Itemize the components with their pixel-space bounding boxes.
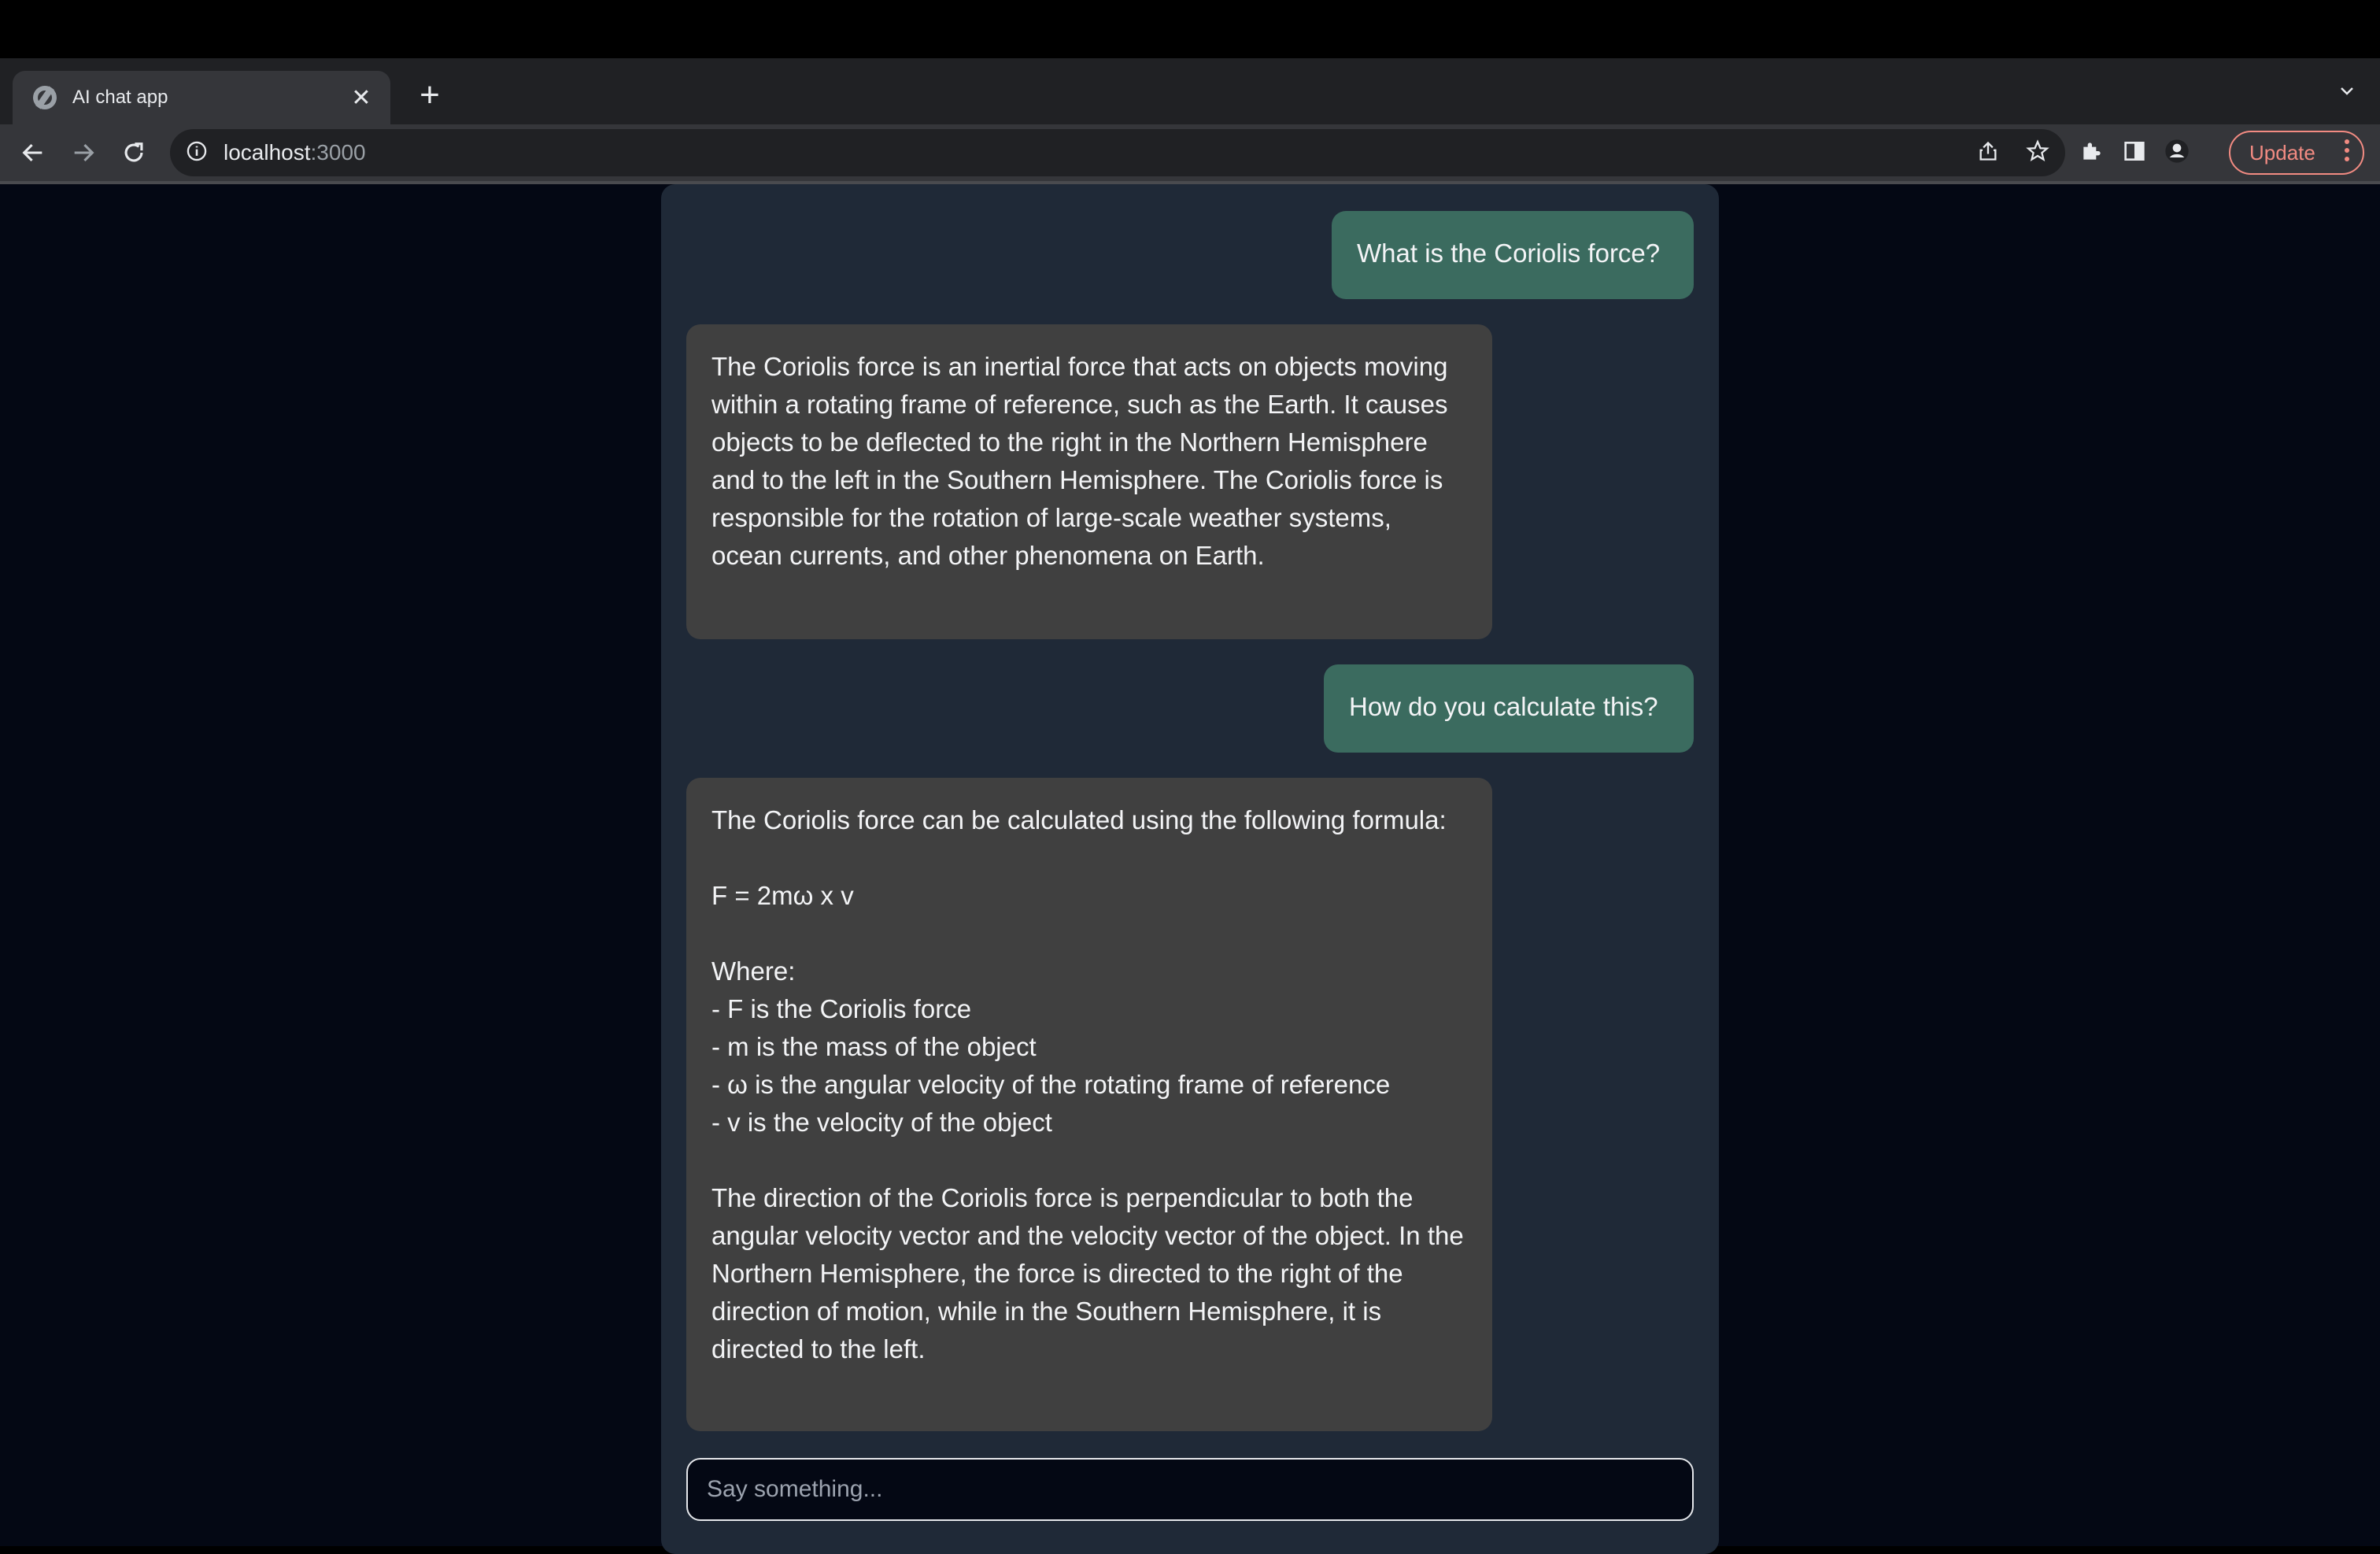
- chevron-down-icon[interactable]: [2338, 82, 2356, 105]
- extensions-puzzle-icon[interactable]: [2079, 139, 2105, 168]
- back-arrow-icon[interactable]: [14, 134, 52, 172]
- kebab-menu-icon[interactable]: [2344, 139, 2350, 168]
- page-viewport: What is the Coriolis force? The Coriolis…: [0, 184, 2380, 1554]
- assistant-message: The Coriolis force is an inertial force …: [686, 324, 1492, 639]
- close-icon[interactable]: ✕: [348, 84, 375, 112]
- message-input[interactable]: [688, 1460, 1692, 1519]
- new-tab-button[interactable]: +: [409, 76, 450, 115]
- address-bar[interactable]: localhost:3000: [170, 129, 2065, 176]
- browser-toolbar: localhost:3000 Update: [0, 124, 2380, 181]
- reload-icon[interactable]: [115, 134, 153, 172]
- update-label: Update: [2249, 140, 2315, 165]
- update-button[interactable]: Update: [2229, 131, 2364, 175]
- user-message: How do you calculate this?: [1324, 664, 1694, 753]
- url-port: :3000: [310, 140, 366, 165]
- side-panel-icon[interactable]: [2122, 139, 2147, 168]
- browser-tab-strip: AI chat app ✕ +: [0, 58, 2380, 124]
- message-input-wrapper: [686, 1458, 1694, 1521]
- assistant-message: The Coriolis force can be calculated usi…: [686, 778, 1492, 1431]
- info-icon[interactable]: [186, 140, 208, 166]
- user-message: What is the Coriolis force?: [1332, 211, 1694, 299]
- forward-arrow-icon[interactable]: [65, 134, 102, 172]
- url-host: localhost: [224, 140, 311, 165]
- globe-icon: [33, 86, 57, 109]
- tab-title: AI chat app: [72, 87, 168, 108]
- os-top-bar: [0, 0, 2380, 58]
- url-text: localhost:3000: [224, 140, 366, 165]
- bookmark-star-icon[interactable]: [2026, 139, 2049, 167]
- profile-avatar-icon[interactable]: [2164, 139, 2190, 168]
- chat-panel: What is the Coriolis force? The Coriolis…: [661, 184, 1719, 1554]
- share-icon[interactable]: [1977, 139, 1999, 167]
- browser-tab[interactable]: AI chat app ✕: [13, 71, 390, 124]
